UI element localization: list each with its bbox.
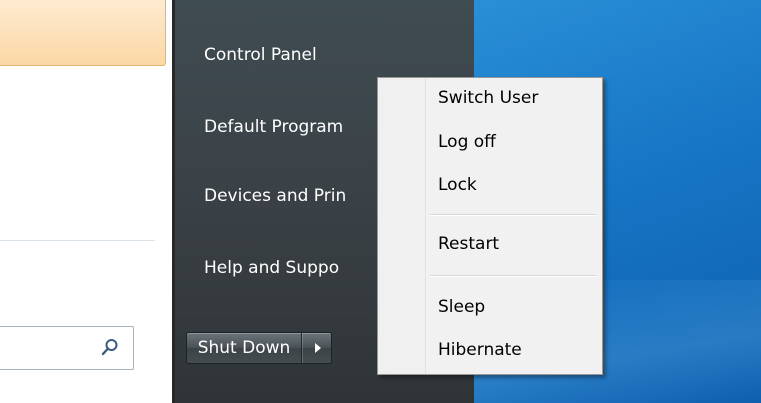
left-pane-separator (0, 240, 155, 241)
shut-down-submenu: Switch User Log off Lock Restart Sleep H… (377, 77, 603, 375)
control-panel-link[interactable]: Control Panel (204, 45, 317, 65)
shut-down-button-group: Shut Down (186, 332, 332, 364)
help-and-support-link[interactable]: Help and Suppo (204, 258, 339, 278)
shut-down-options-button[interactable] (302, 333, 332, 363)
search-icon[interactable] (101, 338, 119, 356)
submenu-icon-gutter (378, 78, 426, 374)
lock-item[interactable]: Lock (438, 175, 477, 195)
sleep-item[interactable]: Sleep (438, 297, 485, 317)
start-menu-left-pane (0, 0, 172, 403)
submenu-separator (430, 214, 596, 216)
search-input[interactable] (0, 326, 134, 370)
submenu-separator (430, 275, 596, 277)
shut-down-button[interactable]: Shut Down (187, 333, 302, 363)
hibernate-item[interactable]: Hibernate (438, 340, 522, 360)
switch-user-item[interactable]: Switch User (438, 88, 538, 108)
restart-item[interactable]: Restart (438, 234, 499, 254)
highlighted-program-item[interactable] (0, 0, 166, 66)
right-triangle-icon (315, 343, 321, 353)
default-programs-link[interactable]: Default Program (204, 117, 343, 137)
log-off-item[interactable]: Log off (438, 132, 496, 152)
devices-and-printers-link[interactable]: Devices and Prin (204, 186, 346, 206)
